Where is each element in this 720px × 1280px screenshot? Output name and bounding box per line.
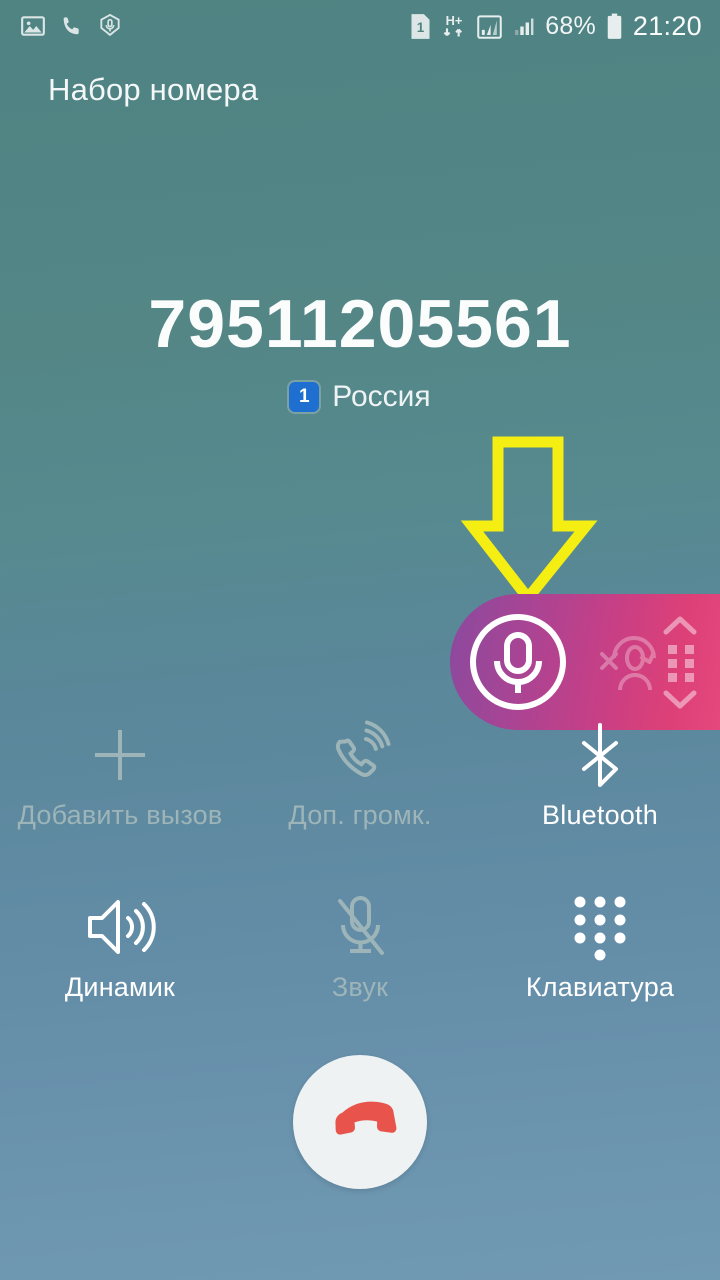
option-add-call[interactable]: Добавить вызов bbox=[0, 700, 240, 872]
sim-country-label: Россия bbox=[332, 380, 431, 413]
sim-badge: 1 bbox=[289, 382, 320, 412]
dialpad-icon bbox=[569, 888, 631, 966]
option-add-call-label: Добавить вызов bbox=[17, 800, 223, 830]
end-call-button[interactable] bbox=[293, 1055, 427, 1189]
battery-percent-label: 68% bbox=[545, 11, 596, 40]
missed-call-icon bbox=[63, 16, 79, 34]
call-info-block: 79511205561 1 Россия bbox=[0, 290, 720, 414]
mic-record-button[interactable] bbox=[466, 610, 570, 714]
svg-text:H+: H+ bbox=[446, 13, 463, 28]
signal-sim1-icon bbox=[477, 14, 503, 39]
signal-sim2-icon bbox=[515, 18, 534, 35]
call-volume-icon bbox=[325, 716, 395, 794]
svg-text:1: 1 bbox=[417, 20, 425, 35]
option-speaker[interactable]: Динамик bbox=[0, 872, 240, 1044]
option-extra-volume-label: Доп. громк. bbox=[288, 800, 432, 830]
sim-slot-icon: 1 bbox=[411, 13, 430, 39]
status-bar: 1 H+ 68% 21:20 bbox=[0, 0, 720, 52]
annotation-down-arrow-icon bbox=[460, 436, 598, 607]
panel-drag-handle[interactable] bbox=[656, 614, 704, 710]
option-extra-volume[interactable]: Доп. громк. bbox=[240, 700, 480, 872]
sim-info-row: 1 Россия bbox=[0, 380, 720, 414]
screenshot-image-icon bbox=[21, 16, 45, 36]
option-speaker-label: Динамик bbox=[64, 972, 176, 1002]
speaker-icon bbox=[84, 888, 156, 966]
mic-muted-icon bbox=[332, 888, 388, 966]
option-keypad[interactable]: Клавиатура bbox=[480, 872, 720, 1044]
network-type-icon: H+ bbox=[443, 13, 463, 37]
call-in-progress-screen: 1 H+ 68% 21:20 Набор номера 79511205561 … bbox=[0, 0, 720, 1280]
option-mute[interactable]: Звук bbox=[240, 872, 480, 1044]
call-options-grid: Добавить вызов Доп. громк. Bluetooth Дин… bbox=[0, 700, 720, 1044]
option-bluetooth-label: Bluetooth bbox=[542, 800, 658, 830]
plus-icon bbox=[87, 716, 153, 794]
page-title: Набор номера bbox=[48, 72, 259, 107]
status-bar-left-icons bbox=[20, 13, 123, 39]
option-keypad-label: Клавиатура bbox=[525, 972, 675, 1002]
option-bluetooth[interactable]: Bluetooth bbox=[480, 700, 720, 872]
clock-label: 21:20 bbox=[632, 10, 702, 41]
option-mute-label: Звук bbox=[331, 972, 389, 1002]
hang-up-icon bbox=[335, 1101, 397, 1135]
phone-number-label: 79511205561 bbox=[148, 286, 572, 362]
status-bar-right-icons: 1 H+ 68% 21:20 bbox=[409, 12, 702, 40]
voice-recorder-icon bbox=[100, 13, 120, 37]
battery-icon bbox=[607, 13, 622, 39]
bluetooth-icon bbox=[571, 716, 629, 794]
